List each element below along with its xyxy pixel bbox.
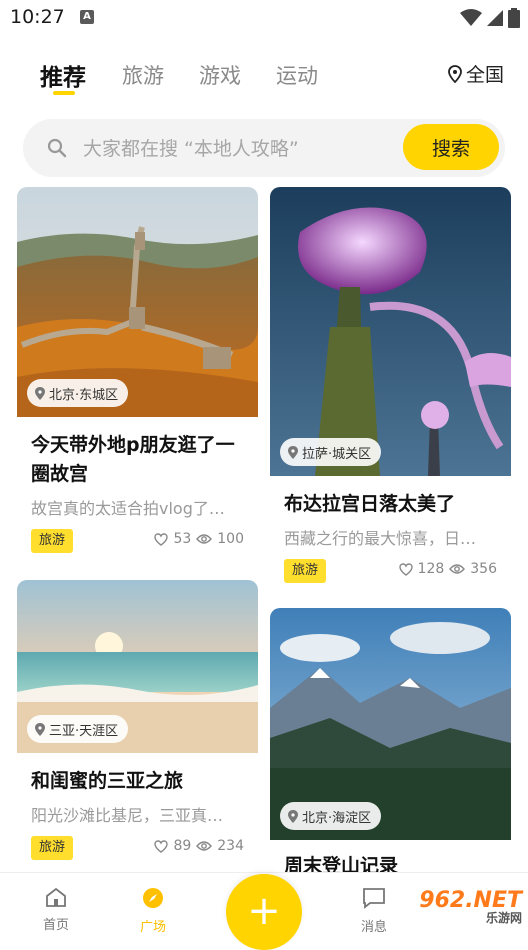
nav-home[interactable]: 首页 xyxy=(26,887,86,933)
message-icon xyxy=(363,888,385,909)
search-icon xyxy=(47,138,67,158)
location-selector[interactable]: 全国 xyxy=(448,60,504,87)
post-title: 周末登山记录 xyxy=(284,855,399,872)
nav-square-label: 广场 xyxy=(139,920,166,935)
post-card[interactable]: 拉萨·城关区 布达拉宫日落太美了 西藏之行的最大惊喜，日… 旅游 128 356 xyxy=(270,187,511,592)
nav-messages-label: 消息 xyxy=(360,920,387,935)
post-card[interactable]: 北京·海淀区 周末登山记录 xyxy=(270,608,511,872)
post-image: 拉萨·城关区 xyxy=(270,187,511,476)
search-input[interactable] xyxy=(81,129,395,169)
wifi-icon xyxy=(460,9,482,26)
post-stats: 128 356 xyxy=(398,561,497,577)
post-description: 西藏之行的最大惊喜，日… xyxy=(284,529,477,548)
location-tag-label: 北京·东城区 xyxy=(49,387,119,403)
nav-home-label: 首页 xyxy=(42,918,69,933)
post-stats: 53 100 xyxy=(154,531,244,547)
post-title: 布达拉宫日落太美了 xyxy=(284,493,456,515)
view-count: 356 xyxy=(470,561,497,577)
post-description: 阳光沙滩比基尼，三亚真… xyxy=(31,806,224,825)
status-icons xyxy=(460,8,520,28)
eye-icon xyxy=(196,534,213,544)
post-image: 北京·东城区 xyxy=(17,187,258,417)
battery-icon xyxy=(508,8,520,28)
like-count: 128 xyxy=(417,561,445,577)
location-tag-label: 三亚·天涯区 xyxy=(49,723,119,739)
map-pin-icon xyxy=(448,64,462,83)
create-post-button[interactable]: + xyxy=(226,874,302,950)
post-title: 和闺蜜的三亚之旅 xyxy=(31,770,184,792)
search-bar: 搜索 xyxy=(23,119,505,177)
post-card[interactable]: 三亚·天涯区 和闺蜜的三亚之旅 阳光沙滩比基尼，三亚真… 旅游 89 234 xyxy=(17,580,258,865)
post-title: 今天带外地p朋友逛了一圈故宫 xyxy=(31,434,235,485)
notification-icon: A xyxy=(80,10,94,24)
view-count: 100 xyxy=(217,531,244,547)
map-pin-icon xyxy=(35,722,45,736)
tab-recommend[interactable]: 推荐 xyxy=(40,58,86,92)
tab-games[interactable]: 游戏 xyxy=(199,60,241,90)
status-time: 10:27 xyxy=(10,6,65,28)
nav-square[interactable]: 广场 xyxy=(123,887,183,935)
home-icon xyxy=(46,887,66,907)
status-bar: 10:27 A xyxy=(0,0,528,36)
heart-icon[interactable] xyxy=(154,532,169,546)
location-tag: 北京·东城区 xyxy=(27,379,129,407)
location-tag-label: 北京·海淀区 xyxy=(302,810,372,826)
view-count: 234 xyxy=(217,838,244,854)
nav-messages[interactable]: 消息 xyxy=(344,887,404,935)
location-tag: 北京·海淀区 xyxy=(280,802,382,830)
location-tag: 三亚·天涯区 xyxy=(27,715,129,743)
eye-icon xyxy=(449,564,466,574)
like-count: 53 xyxy=(173,531,192,547)
signal-icon xyxy=(487,10,503,26)
map-pin-icon xyxy=(288,445,298,459)
location-tag-label: 拉萨·城关区 xyxy=(302,446,372,462)
tab-travel[interactable]: 旅游 xyxy=(122,60,164,90)
tab-indicator xyxy=(53,91,75,95)
category-badge: 旅游 xyxy=(31,836,74,860)
post-card[interactable]: 北京·东城区 今天带外地p朋友逛了一圈故宫 故宫真的太适合拍vlog了… 旅游 … xyxy=(17,187,258,572)
map-pin-icon xyxy=(288,809,298,823)
category-badge: 旅游 xyxy=(31,529,74,553)
compass-icon xyxy=(143,888,163,908)
eye-icon xyxy=(196,841,213,851)
post-image: 三亚·天涯区 xyxy=(17,580,258,753)
heart-icon[interactable] xyxy=(398,562,413,576)
search-button[interactable]: 搜索 xyxy=(403,124,499,170)
post-description: 故宫真的太适合拍vlog了… xyxy=(31,499,225,518)
post-meta: 旅游 89 234 xyxy=(31,836,244,862)
watermark: 962.NET 乐游网 xyxy=(419,888,522,926)
map-pin-icon xyxy=(35,386,45,400)
post-image: 北京·海淀区 xyxy=(270,608,511,840)
category-badge: 旅游 xyxy=(284,559,327,583)
location-tag: 拉萨·城关区 xyxy=(280,438,382,466)
tab-sports[interactable]: 运动 xyxy=(276,60,318,90)
like-count: 89 xyxy=(173,838,192,854)
location-label: 全国 xyxy=(465,64,504,86)
heart-icon[interactable] xyxy=(154,839,169,853)
post-meta: 旅游 53 100 xyxy=(31,529,244,555)
post-meta: 旅游 128 356 xyxy=(284,559,497,585)
post-stats: 89 234 xyxy=(154,838,244,854)
